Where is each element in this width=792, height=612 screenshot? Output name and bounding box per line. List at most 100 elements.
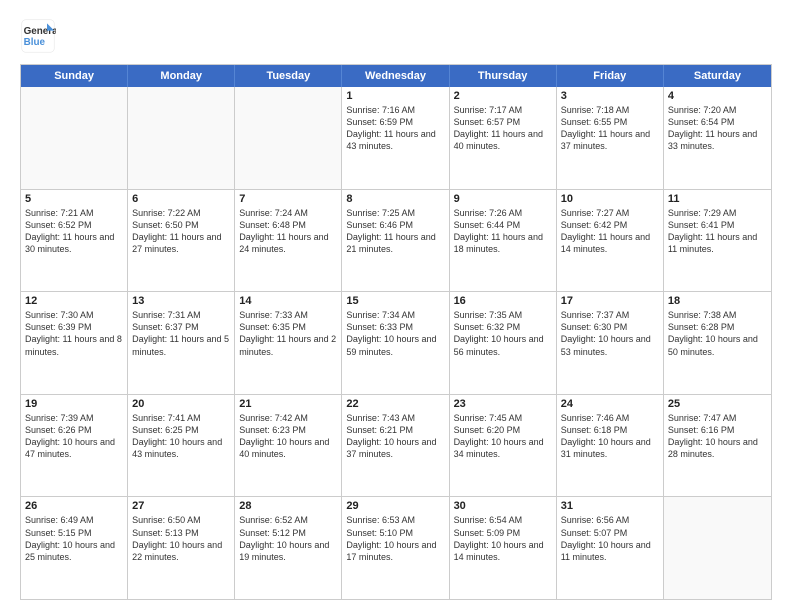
page: General Blue SundayMondayTuesdayWednesda… — [0, 0, 792, 612]
cal-day-1: 1 Sunrise: 7:16 AM Sunset: 6:59 PM Daylig… — [342, 87, 449, 189]
cal-day-empty — [21, 87, 128, 189]
day-info: Sunrise: 7:25 AM Sunset: 6:46 PM Dayligh… — [346, 207, 444, 256]
day-number: 17 — [561, 295, 659, 307]
day-number: 10 — [561, 193, 659, 205]
svg-text:Blue: Blue — [24, 37, 46, 48]
day-number: 11 — [668, 193, 767, 205]
cal-day-10: 10 Sunrise: 7:27 AM Sunset: 6:42 PM Dayli… — [557, 190, 664, 292]
day-number: 20 — [132, 398, 230, 410]
day-info: Sunrise: 7:41 AM Sunset: 6:25 PM Dayligh… — [132, 412, 230, 461]
cal-day-20: 20 Sunrise: 7:41 AM Sunset: 6:25 PM Dayli… — [128, 395, 235, 497]
calendar-body: 1 Sunrise: 7:16 AM Sunset: 6:59 PM Daylig… — [21, 87, 771, 599]
cal-day-27: 27 Sunrise: 6:50 AM Sunset: 5:13 PM Dayli… — [128, 497, 235, 599]
cal-day-14: 14 Sunrise: 7:33 AM Sunset: 6:35 PM Dayli… — [235, 292, 342, 394]
day-number: 18 — [668, 295, 767, 307]
cal-day-2: 2Sunrise: 7:17 AM Sunset: 6:57 PM Daylig… — [450, 87, 557, 189]
cal-day-empty — [664, 497, 771, 599]
calendar-week-3: 19 Sunrise: 7:39 AM Sunset: 6:26 PM Dayli… — [21, 394, 771, 497]
day-info: Sunrise: 7:45 AM Sunset: 6:20 PM Dayligh… — [454, 412, 552, 461]
calendar-week-4: 26 Sunrise: 6:49 AM Sunset: 5:15 PM Dayli… — [21, 496, 771, 599]
day-info: Sunrise: 7:24 AM Sunset: 6:48 PM Dayligh… — [239, 207, 337, 256]
day-number: 4 — [668, 90, 767, 102]
header: General Blue — [20, 18, 772, 54]
logo: General Blue — [20, 18, 62, 54]
cal-day-23: 23 Sunrise: 7:45 AM Sunset: 6:20 PM Dayli… — [450, 395, 557, 497]
header-day-thursday: Thursday — [450, 65, 557, 87]
cal-day-15: 15 Sunrise: 7:34 AM Sunset: 6:33 PM Dayli… — [342, 292, 449, 394]
day-number: 26 — [25, 500, 123, 512]
day-info: Sunrise: 7:22 AM Sunset: 6:50 PM Dayligh… — [132, 207, 230, 256]
day-info: Sunrise: 7:38 AM Sunset: 6:28 PM Dayligh… — [668, 309, 767, 358]
cal-day-13: 13Sunrise: 7:31 AM Sunset: 6:37 PM Dayli… — [128, 292, 235, 394]
calendar: SundayMondayTuesdayWednesdayThursdayFrid… — [20, 64, 772, 600]
day-info: Sunrise: 7:42 AM Sunset: 6:23 PM Dayligh… — [239, 412, 337, 461]
day-info: Sunrise: 7:43 AM Sunset: 6:21 PM Dayligh… — [346, 412, 444, 461]
day-info: Sunrise: 6:50 AM Sunset: 5:13 PM Dayligh… — [132, 514, 230, 563]
cal-day-18: 18 Sunrise: 7:38 AM Sunset: 6:28 PM Dayli… — [664, 292, 771, 394]
day-number: 31 — [561, 500, 659, 512]
day-number: 22 — [346, 398, 444, 410]
cal-day-empty — [128, 87, 235, 189]
day-info: Sunrise: 6:53 AM Sunset: 5:10 PM Dayligh… — [346, 514, 444, 563]
cal-day-empty — [235, 87, 342, 189]
cal-day-25: 25Sunrise: 7:47 AM Sunset: 6:16 PM Dayli… — [664, 395, 771, 497]
cal-day-3: 3Sunrise: 7:18 AM Sunset: 6:55 PM Daylig… — [557, 87, 664, 189]
calendar-week-0: 1 Sunrise: 7:16 AM Sunset: 6:59 PM Daylig… — [21, 87, 771, 189]
day-number: 14 — [239, 295, 337, 307]
cal-day-9: 9Sunrise: 7:26 AM Sunset: 6:44 PM Daylig… — [450, 190, 557, 292]
day-number: 27 — [132, 500, 230, 512]
cal-day-7: 7 Sunrise: 7:24 AM Sunset: 6:48 PM Daylig… — [235, 190, 342, 292]
day-info: Sunrise: 6:49 AM Sunset: 5:15 PM Dayligh… — [25, 514, 123, 563]
day-number: 6 — [132, 193, 230, 205]
day-info: Sunrise: 7:35 AM Sunset: 6:32 PM Dayligh… — [454, 309, 552, 358]
cal-day-5: 5Sunrise: 7:21 AM Sunset: 6:52 PM Daylig… — [21, 190, 128, 292]
cal-day-16: 16Sunrise: 7:35 AM Sunset: 6:32 PM Dayli… — [450, 292, 557, 394]
day-number: 23 — [454, 398, 552, 410]
day-info: Sunrise: 7:34 AM Sunset: 6:33 PM Dayligh… — [346, 309, 444, 358]
cal-day-29: 29 Sunrise: 6:53 AM Sunset: 5:10 PM Dayli… — [342, 497, 449, 599]
day-number: 12 — [25, 295, 123, 307]
header-day-friday: Friday — [557, 65, 664, 87]
header-day-saturday: Saturday — [664, 65, 771, 87]
day-info: Sunrise: 7:39 AM Sunset: 6:26 PM Dayligh… — [25, 412, 123, 461]
day-number: 19 — [25, 398, 123, 410]
cal-day-26: 26 Sunrise: 6:49 AM Sunset: 5:15 PM Dayli… — [21, 497, 128, 599]
cal-day-22: 22 Sunrise: 7:43 AM Sunset: 6:21 PM Dayli… — [342, 395, 449, 497]
cal-day-19: 19 Sunrise: 7:39 AM Sunset: 6:26 PM Dayli… — [21, 395, 128, 497]
day-number: 7 — [239, 193, 337, 205]
cal-day-28: 28 Sunrise: 6:52 AM Sunset: 5:12 PM Dayli… — [235, 497, 342, 599]
day-info: Sunrise: 6:52 AM Sunset: 5:12 PM Dayligh… — [239, 514, 337, 563]
cal-day-21: 21Sunrise: 7:42 AM Sunset: 6:23 PM Dayli… — [235, 395, 342, 497]
day-info: Sunrise: 7:16 AM Sunset: 6:59 PM Dayligh… — [346, 104, 444, 153]
header-day-monday: Monday — [128, 65, 235, 87]
cal-day-12: 12Sunrise: 7:30 AM Sunset: 6:39 PM Dayli… — [21, 292, 128, 394]
day-info: Sunrise: 6:54 AM Sunset: 5:09 PM Dayligh… — [454, 514, 552, 563]
day-info: Sunrise: 7:33 AM Sunset: 6:35 PM Dayligh… — [239, 309, 337, 358]
day-info: Sunrise: 6:56 AM Sunset: 5:07 PM Dayligh… — [561, 514, 659, 563]
day-info: Sunrise: 7:31 AM Sunset: 6:37 PM Dayligh… — [132, 309, 230, 358]
logo-icon: General Blue — [20, 18, 56, 54]
day-info: Sunrise: 7:27 AM Sunset: 6:42 PM Dayligh… — [561, 207, 659, 256]
cal-day-6: 6 Sunrise: 7:22 AM Sunset: 6:50 PM Daylig… — [128, 190, 235, 292]
day-info: Sunrise: 7:46 AM Sunset: 6:18 PM Dayligh… — [561, 412, 659, 461]
day-number: 28 — [239, 500, 337, 512]
day-info: Sunrise: 7:29 AM Sunset: 6:41 PM Dayligh… — [668, 207, 767, 256]
cal-day-24: 24Sunrise: 7:46 AM Sunset: 6:18 PM Dayli… — [557, 395, 664, 497]
day-number: 8 — [346, 193, 444, 205]
day-number: 1 — [346, 90, 444, 102]
day-info: Sunrise: 7:37 AM Sunset: 6:30 PM Dayligh… — [561, 309, 659, 358]
day-number: 5 — [25, 193, 123, 205]
day-info: Sunrise: 7:17 AM Sunset: 6:57 PM Dayligh… — [454, 104, 552, 153]
day-number: 15 — [346, 295, 444, 307]
cal-day-8: 8 Sunrise: 7:25 AM Sunset: 6:46 PM Daylig… — [342, 190, 449, 292]
day-number: 30 — [454, 500, 552, 512]
day-info: Sunrise: 7:47 AM Sunset: 6:16 PM Dayligh… — [668, 412, 767, 461]
day-number: 3 — [561, 90, 659, 102]
header-day-wednesday: Wednesday — [342, 65, 449, 87]
day-info: Sunrise: 7:20 AM Sunset: 6:54 PM Dayligh… — [668, 104, 767, 153]
day-info: Sunrise: 7:26 AM Sunset: 6:44 PM Dayligh… — [454, 207, 552, 256]
header-day-tuesday: Tuesday — [235, 65, 342, 87]
cal-day-30: 30 Sunrise: 6:54 AM Sunset: 5:09 PM Dayli… — [450, 497, 557, 599]
calendar-header: SundayMondayTuesdayWednesdayThursdayFrid… — [21, 65, 771, 87]
day-number: 29 — [346, 500, 444, 512]
